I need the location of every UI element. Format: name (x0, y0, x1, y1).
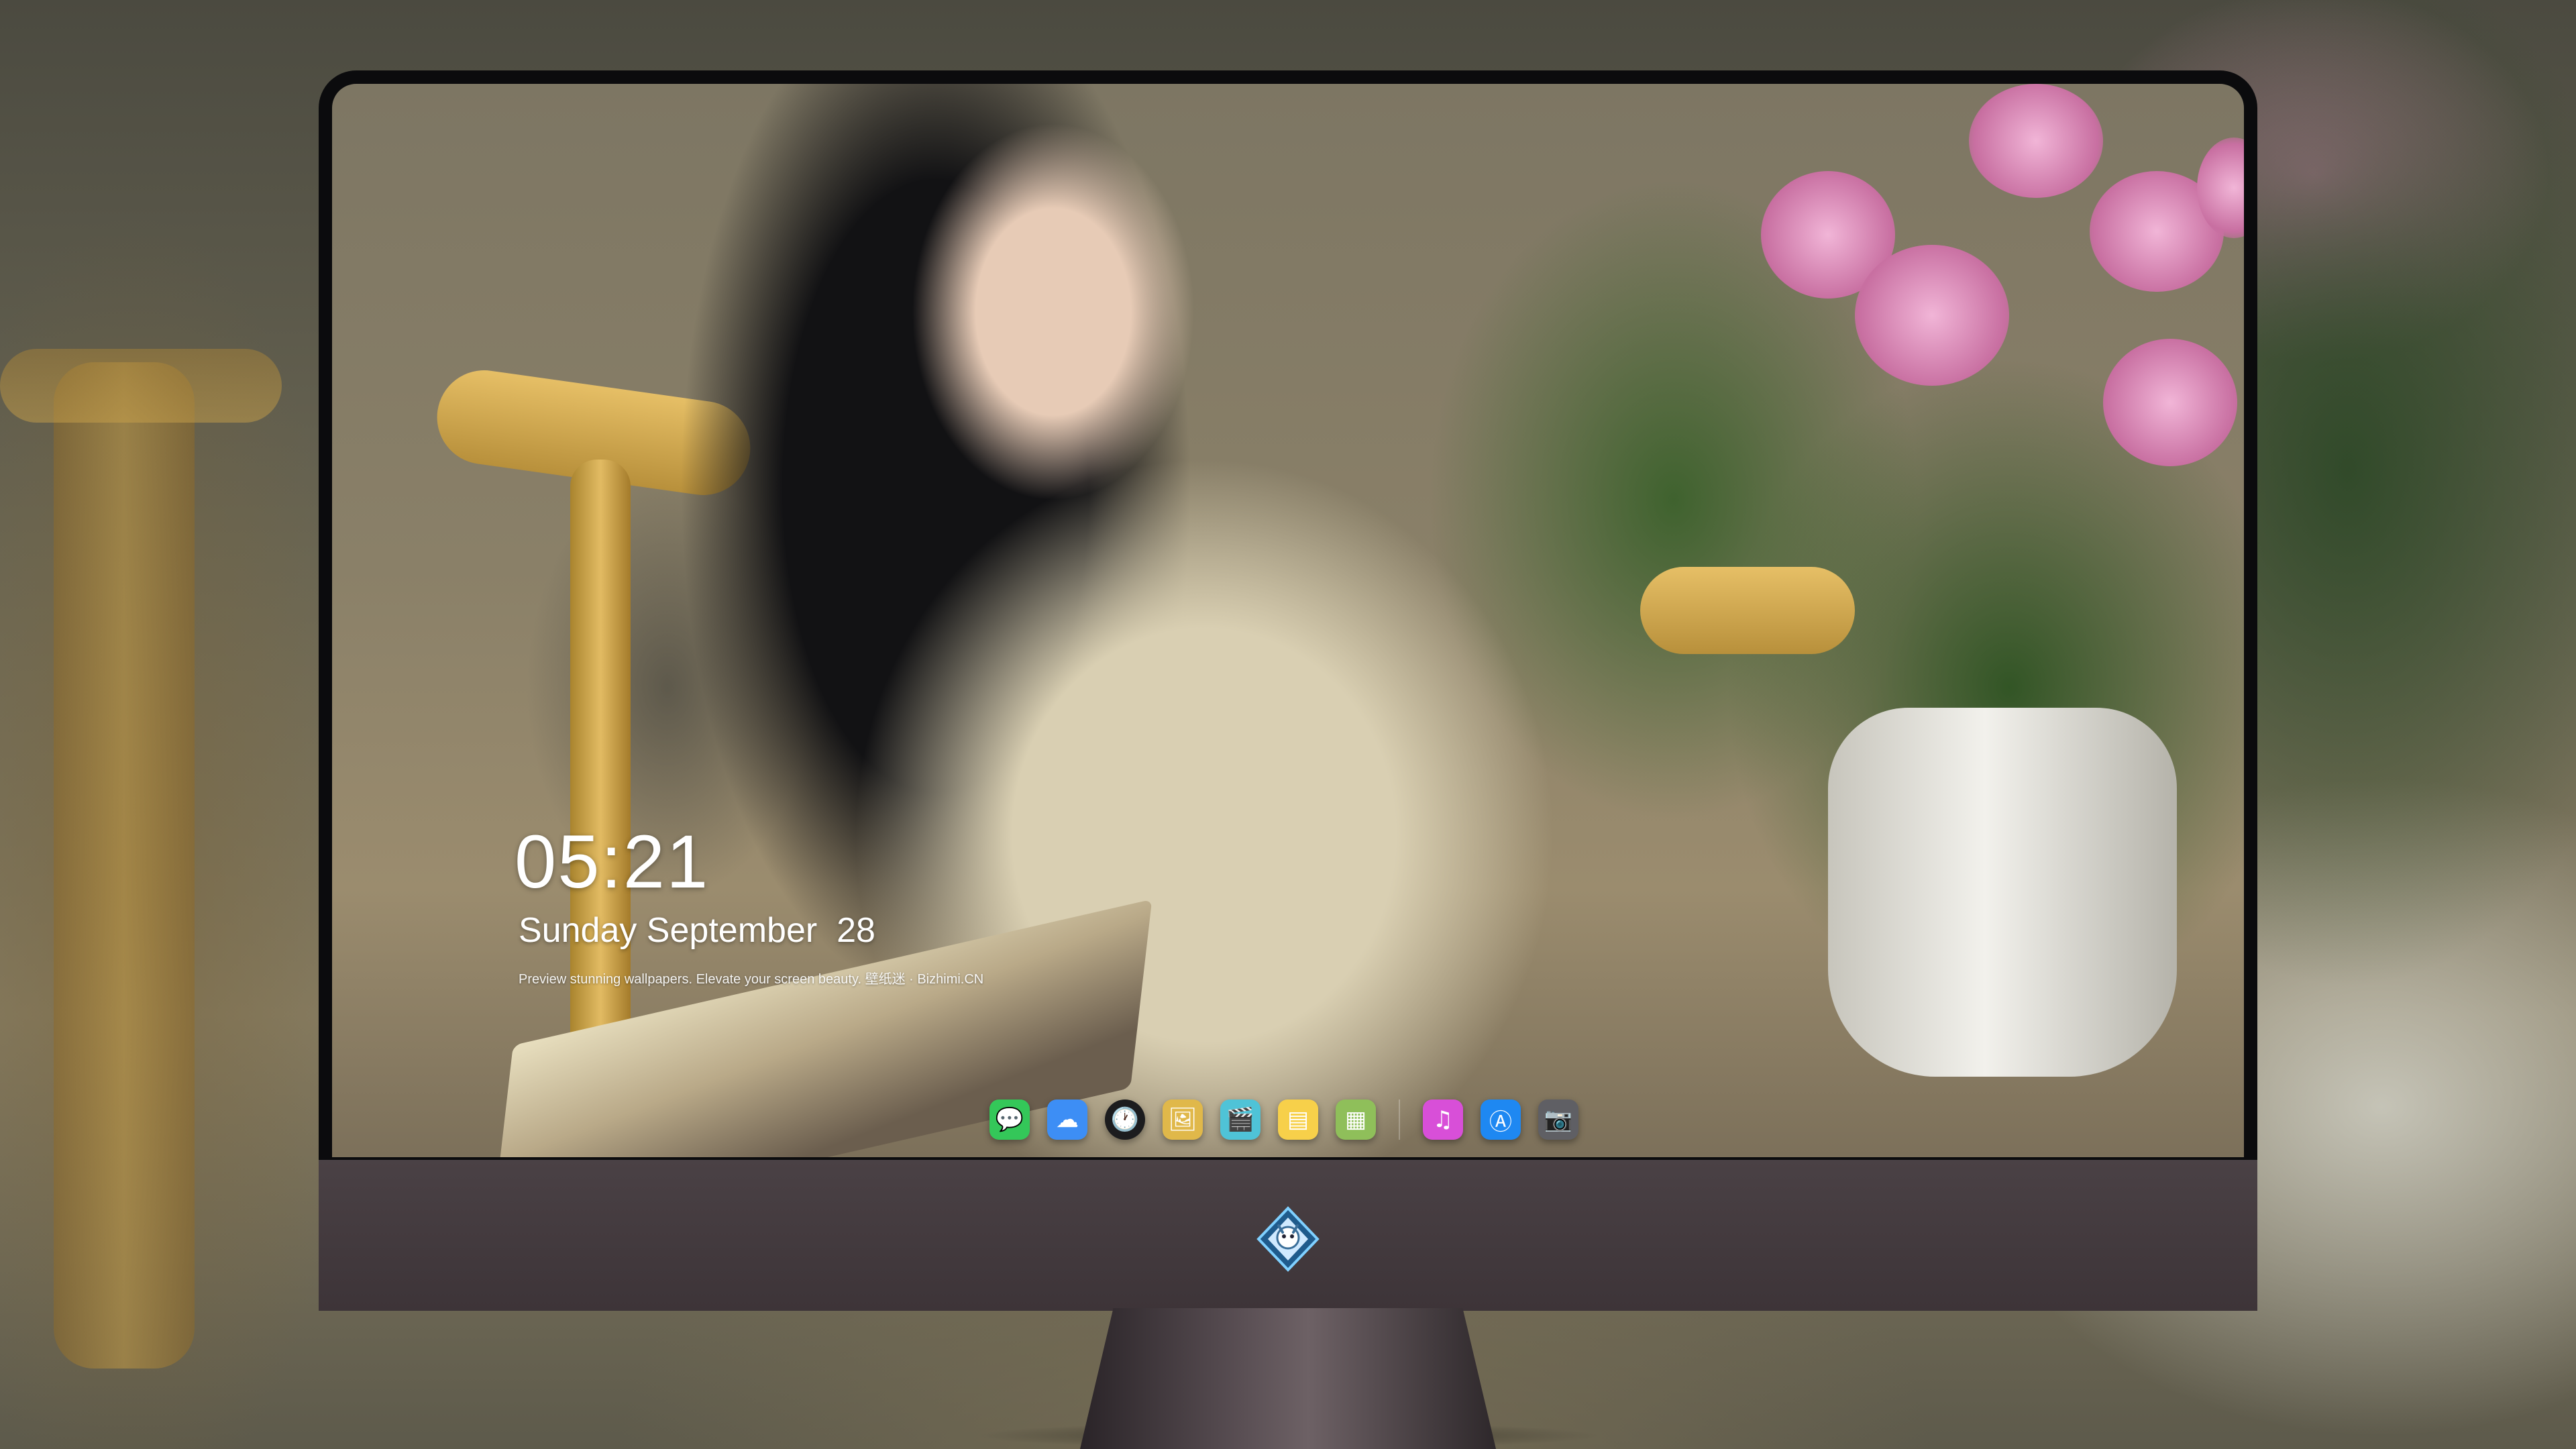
weather-icon[interactable]: ☁ (1047, 1099, 1087, 1140)
preview-icon[interactable]: 🖼 (1163, 1099, 1203, 1140)
background-chair-arm-blur (0, 349, 282, 423)
photobooth-glyph: ▦ (1344, 1106, 1367, 1133)
dock-separator (1399, 1099, 1400, 1140)
monitor-stand (1080, 1308, 1496, 1449)
clapper-glyph: 🎬 (1226, 1106, 1255, 1133)
dock: 💬 ☁ 🕐 🖼 🎬 ▤ ▦ ♫ Ⓐ 📷 (989, 1091, 1578, 1148)
clock-icon[interactable]: 🕐 (1105, 1099, 1145, 1140)
photobooth-icon[interactable]: ▦ (1336, 1099, 1376, 1140)
monitor-chin (319, 1157, 2257, 1311)
weather-glyph: ☁ (1056, 1106, 1079, 1133)
background-chair-blur (54, 362, 195, 1368)
wallpaper-flower (2103, 339, 2237, 466)
wallpaper-face (909, 124, 1197, 500)
messages-icon[interactable]: 💬 (989, 1099, 1030, 1140)
messages-glyph: 💬 (995, 1106, 1024, 1133)
lockscreen-clock: 05:21 (515, 820, 710, 904)
music-glyph: ♫ (1432, 1106, 1454, 1133)
wallpaper-chair-arm-right (1640, 567, 1855, 654)
appstore-glyph: Ⓐ (1489, 1108, 1512, 1136)
camera-icon[interactable]: 📷 (1538, 1099, 1578, 1140)
notes-icon[interactable]: ▤ (1278, 1099, 1318, 1140)
music-icon[interactable]: ♫ (1423, 1099, 1463, 1140)
appstore-icon[interactable]: Ⓐ (1481, 1099, 1521, 1140)
lockscreen-tagline: Preview stunning wallpapers. Elevate you… (519, 972, 984, 987)
clapper-icon[interactable]: 🎬 (1220, 1099, 1260, 1140)
wallpaper-flower (1969, 84, 2103, 198)
notes-glyph: ▤ (1287, 1106, 1309, 1133)
desktop-screen: 05:21 Sunday September 28 Preview stunni… (332, 84, 2244, 1157)
clock-glyph: 🕐 (1110, 1106, 1140, 1133)
camera-glyph: 📷 (1544, 1106, 1573, 1133)
preview-glyph: 🖼 (1168, 1106, 1197, 1133)
brand-logo-icon (1256, 1206, 1320, 1272)
wallpaper-flower-pot (1828, 708, 2177, 1077)
monitor: 05:21 Sunday September 28 Preview stunni… (319, 70, 2257, 1311)
lockscreen-date: Sunday September 28 (519, 911, 875, 950)
wallpaper-chair-post (570, 460, 631, 1117)
wallpaper-flower (1855, 245, 2009, 386)
